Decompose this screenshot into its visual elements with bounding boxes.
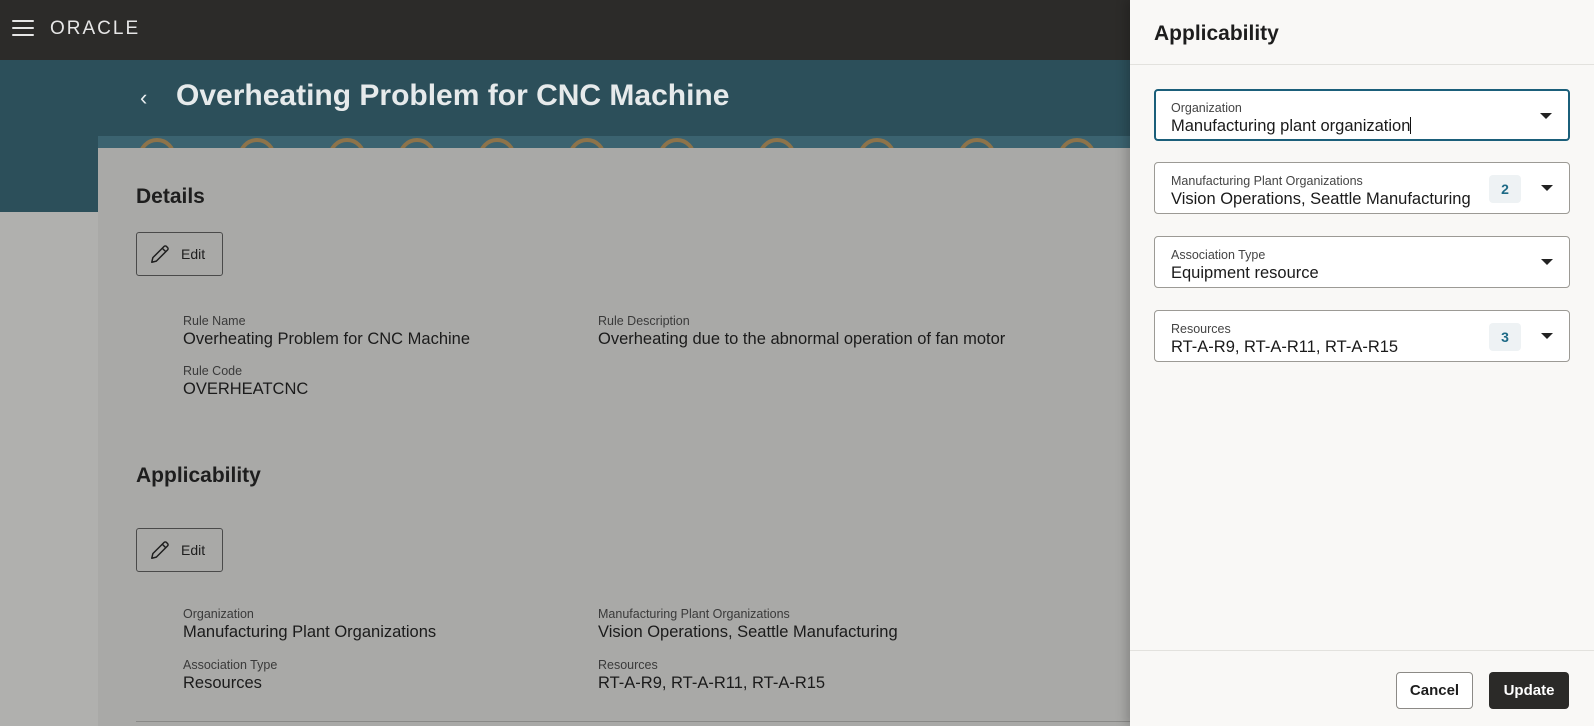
organization-value: Manufacturing Plant Organizations [183,623,437,641]
plant-orgs-select[interactable]: Manufacturing Plant Organizations Vision… [1154,162,1570,214]
rule-name-label: Rule Name [183,314,246,328]
edit-label: Edit [181,542,206,558]
background-swirl [0,212,98,726]
organization-select-value-wrap[interactable]: Manufacturing plant organization [1171,117,1553,136]
rule-description-value: Overheating due to the abnormal operatio… [598,330,1006,348]
cancel-button[interactable]: Cancel [1396,672,1473,709]
organization-select-value[interactable]: Manufacturing plant organization [1171,117,1410,135]
divider [1130,64,1594,65]
association-type-select-label: Association Type [1171,248,1266,262]
details-edit-button[interactable]: Edit [136,232,223,276]
organization-select[interactable]: Organization Manufacturing plant organiz… [1154,89,1570,141]
association-type-select[interactable]: Association Type Equipment resource [1154,236,1570,288]
rule-description-label: Rule Description [598,314,690,328]
plant-orgs-count-badge[interactable]: 2 [1489,175,1521,203]
association-type-label: Association Type [183,658,278,672]
plant-orgs-label: Manufacturing Plant Organizations [598,607,790,621]
resources-label: Resources [598,658,658,672]
resources-field: Resources RT-A-R9, RT-A-R11, RT-A-R15 [598,658,825,693]
rule-code-label: Rule Code [183,364,243,378]
divider [1130,650,1594,651]
rule-code-value: OVERHEATCNC [183,380,309,398]
chevron-down-icon[interactable] [1541,259,1553,265]
applicability-drawer: Applicability Organization Manufacturing… [1130,0,1594,726]
plant-orgs-field: Manufacturing Plant Organizations Vision… [598,607,898,642]
applicability-section-title: Applicability [136,464,261,487]
rule-name-field: Rule Name Overheating Problem for CNC Ma… [183,314,470,349]
oracle-logo[interactable]: ORACLE [50,18,140,40]
rule-code-field: Rule Code OVERHEATCNC [183,364,308,399]
applicability-edit-button[interactable]: Edit [136,528,223,572]
menu-icon[interactable] [12,20,34,38]
resources-value: RT-A-R9, RT-A-R11, RT-A-R15 [598,674,826,692]
update-button[interactable]: Update [1489,672,1569,709]
divider [136,721,1130,722]
details-section-title: Details [136,185,205,208]
page-title: Overheating Problem for CNC Machine [176,79,730,112]
rule-description-field: Rule Description Overheating due to the … [598,314,1005,349]
rule-name-value: Overheating Problem for CNC Machine [183,330,471,348]
organization-field: Organization Manufacturing Plant Organiz… [183,607,436,642]
association-type-field: Association Type Resources [183,658,277,693]
resources-select[interactable]: Resources RT-A-R9, RT-A-R11, RT-A-R15 3 [1154,310,1570,362]
text-cursor [1410,117,1412,134]
chevron-down-icon[interactable] [1540,113,1552,119]
association-type-value: Resources [183,674,262,692]
organization-select-label: Organization [1171,101,1242,115]
back-chevron-icon[interactable]: ‹ [140,86,162,110]
chevron-down-icon[interactable] [1541,333,1553,339]
resources-count-badge[interactable]: 3 [1489,323,1521,351]
drawer-title: Applicability [1154,22,1279,45]
association-type-select-value[interactable]: Equipment resource [1171,264,1553,283]
pencil-icon [151,245,169,263]
chevron-down-icon[interactable] [1541,185,1553,191]
pencil-icon [151,541,169,559]
organization-label: Organization [183,607,254,621]
plant-orgs-value: Vision Operations, Seattle Manufacturing [598,623,898,641]
edit-label: Edit [181,246,206,262]
